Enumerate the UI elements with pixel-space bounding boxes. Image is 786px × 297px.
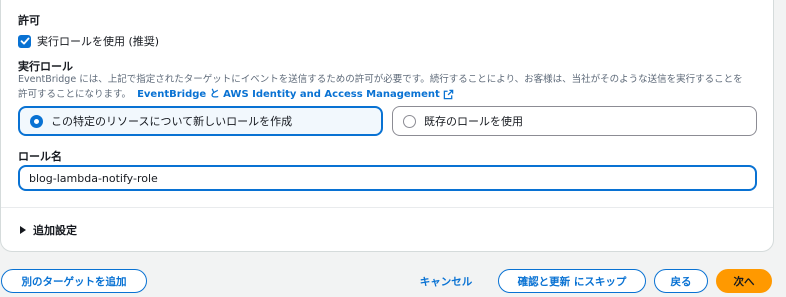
additional-settings-label[interactable]: 追加設定 — [33, 222, 77, 238]
use-execution-role-label[interactable]: 実行ロールを使用 (推奨) — [37, 33, 159, 49]
description-line-1: EventBridge には、上記で指定されたターゲットにイベントを送信するため… — [18, 74, 743, 85]
target-settings-panel: 許可 実行ロールを使用 (推奨) 実行ロール EventBridge には、上記… — [0, 0, 774, 252]
execution-role-description: EventBridge には、上記で指定されたターゲットにイベントを送信するため… — [18, 72, 763, 102]
radio-create-new-role-label[interactable]: この特定のリソースについて新しいロールを作成 — [51, 113, 292, 129]
radio-unselected-icon[interactable] — [403, 114, 416, 128]
checkbox-checked-icon[interactable] — [18, 34, 31, 48]
additional-settings-expander[interactable]: 追加設定 — [20, 222, 77, 238]
role-name-input[interactable]: blog-lambda-notify-role — [18, 165, 757, 191]
skip-to-review-button[interactable]: 確認と更新 にスキップ — [498, 269, 646, 293]
add-another-target-button[interactable]: 別のターゲットを追加 — [1, 269, 147, 293]
section-divider — [1, 207, 773, 208]
radio-use-existing-role-label[interactable]: 既存のロールを使用 — [424, 113, 523, 129]
use-execution-role-checkbox-row[interactable]: 実行ロールを使用 (推奨) — [18, 33, 159, 49]
description-line-2: 許可することになります。 — [18, 89, 132, 100]
radio-create-new-role[interactable]: この特定のリソースについて新しいロールを作成 — [18, 106, 383, 136]
iam-docs-link[interactable]: EventBridge と AWS Identity and Access Ma… — [137, 87, 440, 102]
cancel-button[interactable]: キャンセル — [410, 269, 482, 293]
external-link-icon[interactable] — [443, 89, 454, 100]
role-name-input-value[interactable]: blog-lambda-notify-role — [29, 172, 158, 185]
back-button[interactable]: 戻る — [654, 269, 708, 293]
caret-right-icon[interactable] — [20, 226, 26, 234]
radio-use-existing-role[interactable]: 既存のロールを使用 — [392, 106, 757, 136]
role-name-heading: ロール名 — [18, 150, 62, 163]
next-button[interactable]: 次へ — [716, 269, 772, 293]
radio-selected-icon[interactable] — [30, 114, 43, 128]
permission-heading: 許可 — [18, 14, 40, 27]
